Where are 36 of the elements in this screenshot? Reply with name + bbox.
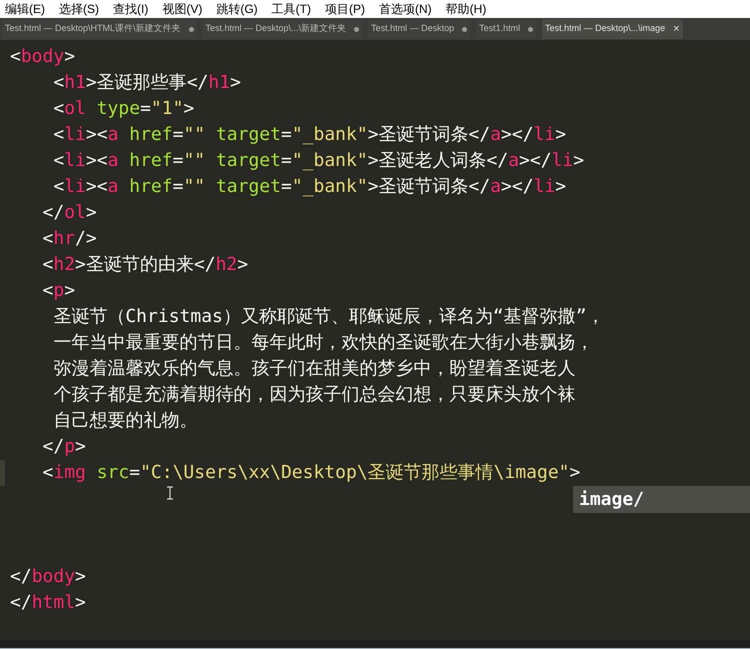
code-line: 自己想要的礼物。 — [52, 410, 198, 431]
code-line: <h1>圣诞那些事</h1> — [52, 72, 241, 93]
menu-item[interactable]: 编辑(E) — [5, 0, 45, 18]
code-line: </body> — [10, 566, 86, 587]
code-line: </html> — [10, 592, 86, 613]
menu-item[interactable]: 帮助(H) — [446, 0, 486, 18]
menu-item[interactable]: 跳转(G) — [216, 0, 258, 18]
menu-item[interactable]: 项目(P) — [324, 0, 365, 18]
code-line: 一年当中最重要的节日。每年此时，欢快的圣诞歌在大街小巷飘扬， — [52, 332, 594, 353]
tab[interactable]: Test1.html — [476, 19, 536, 39]
code-line: <h2>圣诞节的由来</h2> — [42, 254, 248, 275]
tab[interactable]: Test.html — Desktop\...\image × — [542, 19, 683, 39]
close-icon[interactable]: × — [673, 20, 680, 38]
code-line: <ol type="1"> — [52, 98, 194, 119]
code-line: 圣诞节（Christmas）又称耶诞节、耶稣诞辰，译名为“基督弥撒”， — [52, 306, 605, 327]
code-line: 个孩子都是充满着期待的，因为孩子们总会幻想，只要床头放个袜 — [52, 384, 576, 405]
code-line: 弥漫着温馨欢乐的气息。孩子们在甜美的梦乡中，盼望着圣诞老人 — [52, 358, 576, 379]
code-line: </ol> — [42, 202, 97, 223]
menu-item[interactable]: 工具(T) — [272, 0, 311, 18]
tab[interactable]: Test.html — Desktop\HTML课件\新建文件夹 — [2, 19, 197, 39]
code-line: <p> — [42, 280, 76, 301]
code-line: <li><a href="" target="_bank">圣诞节词条</a></li> — [52, 176, 566, 197]
menu-item[interactable]: 选择(S) — [59, 0, 99, 18]
text-cursor-icon — [166, 486, 174, 500]
code-line: <li><a href="" target="_bank">圣诞节词条</a></li> — [52, 124, 566, 145]
menu-item[interactable]: 查找(I) — [113, 0, 148, 18]
code-line: <body> — [10, 46, 76, 67]
menu-item[interactable]: 首选项(N) — [378, 0, 432, 18]
code-line: <li><a href="" target="_bank">圣诞老人词条</a></li> — [52, 150, 584, 171]
code-line: </p> — [42, 436, 86, 457]
menu-item[interactable]: 视图(V) — [162, 0, 202, 18]
tab[interactable]: Test.html — Desktop\...\新建文件夹 — [202, 19, 362, 39]
code-line: <hr/> — [42, 228, 97, 249]
code-line: <img src="C:\Users\xx\Desktop\圣诞节那些事情\image"> — [42, 462, 580, 483]
autocomplete-item[interactable]: image/ — [573, 486, 750, 513]
tab[interactable]: Test.html — Desktop — [368, 19, 470, 39]
